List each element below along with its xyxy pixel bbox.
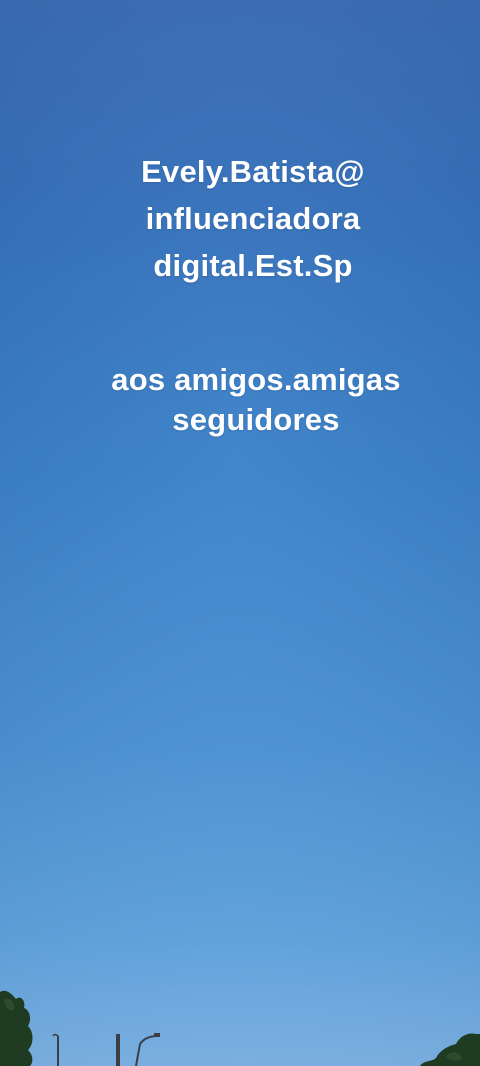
street-lamp (52, 1033, 160, 1066)
tree-right (420, 1033, 480, 1066)
bottom-scenery (0, 990, 480, 1066)
tree-left (0, 990, 33, 1066)
